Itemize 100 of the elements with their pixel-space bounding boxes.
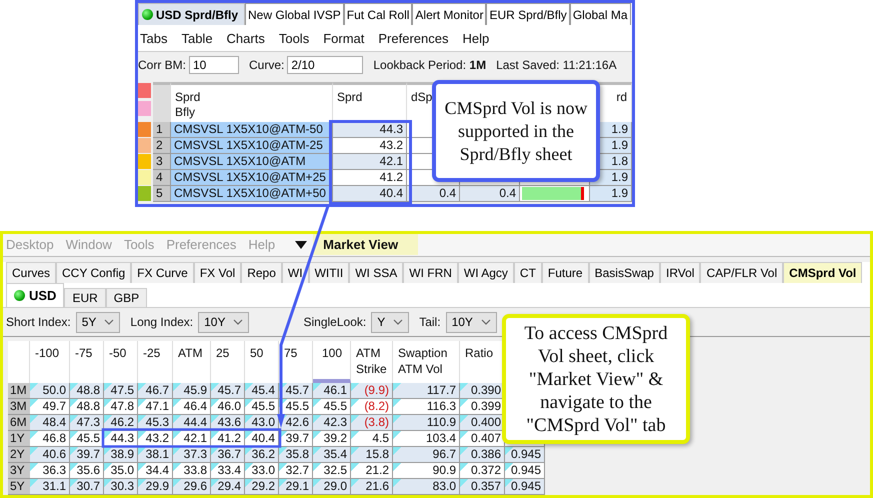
sheet-tab[interactable]: Future bbox=[542, 262, 589, 284]
table-cell: 46.4 bbox=[173, 398, 211, 415]
table-cell: 48.4 bbox=[30, 414, 70, 431]
row-header: 2Y bbox=[8, 446, 30, 463]
table-cell: CMSVSL 1X5X10@ATM+50 bbox=[171, 186, 333, 202]
sheet-tab[interactable]: CCY Config bbox=[56, 262, 132, 284]
field-label: Tail: bbox=[419, 315, 441, 330]
table-cell: 0.407 bbox=[460, 430, 505, 447]
table-cell: 48.8 bbox=[70, 398, 104, 415]
table-cell: 47.1 bbox=[138, 398, 173, 415]
table-cell: 32.5 bbox=[313, 462, 351, 479]
table-cell: 96.7 bbox=[393, 446, 460, 463]
sheet-tab[interactable]: New Global IVSP bbox=[245, 3, 344, 25]
table-cell: CMSVSL 1X5X10@ATM-50 bbox=[171, 122, 333, 138]
table-cell: 36.3 bbox=[30, 462, 70, 479]
table-cell: 49.7 bbox=[30, 398, 70, 415]
table-cell: 42.3 bbox=[313, 414, 351, 431]
table-cell: 0.357 bbox=[460, 478, 505, 495]
field-label: Curve: bbox=[249, 58, 284, 72]
table-cell: 45.5 bbox=[245, 398, 279, 415]
sheet-tab[interactable]: Alert Monitor bbox=[412, 3, 486, 25]
sheet-tab[interactable]: EUR Sprd/Bfly bbox=[486, 3, 570, 25]
table-cell: 35.4 bbox=[313, 446, 351, 463]
sheet-tab[interactable]: USD Sprd/Bfly bbox=[138, 3, 246, 25]
sheet-tab[interactable]: Global Ma bbox=[570, 3, 631, 25]
caret-icon[interactable] bbox=[295, 240, 308, 249]
table-cell: 0.945 bbox=[505, 478, 545, 495]
sheet-tab[interactable]: Repo bbox=[241, 262, 282, 284]
table-cell: 35.0 bbox=[104, 462, 138, 479]
table-cell: 0.372 bbox=[460, 462, 505, 479]
currency-tab[interactable]: EUR bbox=[64, 288, 106, 308]
table-cell: 46.1 bbox=[313, 382, 351, 399]
row-header: 1M bbox=[8, 382, 30, 399]
menu-item[interactable]: Tabs bbox=[140, 30, 168, 46]
menu-item[interactable]: Table bbox=[181, 30, 213, 46]
dropdown[interactable]: Y bbox=[371, 312, 410, 333]
table-cell: 116.3 bbox=[393, 398, 460, 415]
table-cell: 45.4 bbox=[245, 382, 279, 399]
chevron-icon bbox=[104, 319, 114, 326]
field-label: Short Index: bbox=[6, 315, 71, 330]
row-number: 2 bbox=[153, 138, 171, 154]
table-cell: 45.9 bbox=[173, 382, 211, 399]
table-cell: 44.3 bbox=[333, 122, 407, 138]
sheet-tab[interactable]: FX Vol bbox=[194, 262, 242, 284]
row-header: 1Y bbox=[8, 430, 30, 447]
chevron-icon bbox=[233, 319, 244, 326]
table-cell: 0.386 bbox=[460, 446, 505, 463]
table-cell: 48.8 bbox=[70, 382, 104, 399]
table-cell: 15.8 bbox=[351, 446, 393, 463]
table-cell: 30.3 bbox=[104, 478, 138, 495]
sheet-tab[interactable]: FX Curve bbox=[131, 262, 194, 284]
field-label: SingleLook: bbox=[303, 315, 366, 330]
row-header: 3Y bbox=[8, 462, 30, 479]
dropdown[interactable]: 10Y bbox=[446, 312, 497, 333]
table-cell: 30.7 bbox=[70, 478, 104, 495]
chevron-icon bbox=[393, 319, 404, 326]
dropdown[interactable]: 10Y bbox=[198, 312, 250, 333]
table-cell: 35.8 bbox=[279, 446, 313, 463]
table-cell: (3.8) bbox=[351, 414, 393, 431]
table-cell: 4.5 bbox=[351, 430, 393, 447]
callout: CMSprd Vol is now supported in the Sprd/Bfly sheet bbox=[432, 80, 600, 182]
sheet-tab[interactable]: WI FRN bbox=[403, 262, 458, 284]
dropdown[interactable]: 5Y bbox=[76, 312, 120, 333]
table-cell: 39.2 bbox=[313, 430, 351, 447]
menu-item[interactable]: Format bbox=[323, 30, 364, 46]
table-cell: (8.2) bbox=[351, 398, 393, 415]
table-cell: 0.945 bbox=[505, 446, 545, 463]
sheet-tab[interactable]: CT bbox=[514, 262, 542, 284]
menu-item[interactable]: Market View bbox=[313, 234, 418, 256]
sheet-tab[interactable]: CAP/FLR Vol bbox=[700, 262, 784, 284]
currency-tab[interactable]: USD bbox=[6, 283, 64, 308]
table-cell: 83.0 bbox=[393, 478, 460, 495]
sheet-tab[interactable]: WI SSA bbox=[349, 262, 404, 284]
sheet-tab[interactable]: WITII bbox=[308, 262, 350, 284]
menu-item[interactable]: Charts bbox=[226, 30, 265, 46]
sheet-tab[interactable]: Curves bbox=[6, 262, 56, 284]
currency-tab[interactable]: GBP bbox=[106, 288, 148, 308]
menu-item[interactable]: Tools bbox=[278, 30, 310, 46]
lookback-text: Lookback Period: 1M bbox=[373, 58, 486, 72]
menu-item[interactable]: Preferences bbox=[378, 30, 448, 46]
table-cell: 45.7 bbox=[211, 382, 245, 399]
sheet-tab[interactable]: WI Agcy bbox=[458, 262, 514, 284]
corr-bm-field[interactable]: 10 bbox=[189, 56, 239, 74]
sheet-tab[interactable]: IRVol bbox=[660, 262, 700, 284]
menu-item[interactable]: Help bbox=[462, 30, 490, 46]
table-cell: 29.0 bbox=[313, 478, 351, 495]
sheet-tab[interactable]: BasisSwap bbox=[588, 262, 660, 284]
table-cell: CMSVSL 1X5X10@ATM-25 bbox=[171, 138, 333, 154]
table-cell: 21.2 bbox=[351, 462, 393, 479]
curve-field[interactable]: 2/10 bbox=[287, 56, 364, 74]
table-cell: 110.9 bbox=[393, 414, 460, 431]
table-cell: 0.4 bbox=[460, 186, 520, 202]
table-cell: 29.6 bbox=[173, 478, 211, 495]
table-cell: 32.7 bbox=[279, 462, 313, 479]
row-number: 3 bbox=[153, 154, 171, 170]
table-cell: 46.0 bbox=[211, 398, 245, 415]
table-cell: 117.7 bbox=[393, 382, 460, 399]
sheet-tab[interactable]: Fut Cal Roll bbox=[344, 3, 412, 25]
sheet-tab[interactable]: CMSprd Vol bbox=[783, 262, 862, 284]
table-cell: 42.1 bbox=[333, 154, 407, 170]
